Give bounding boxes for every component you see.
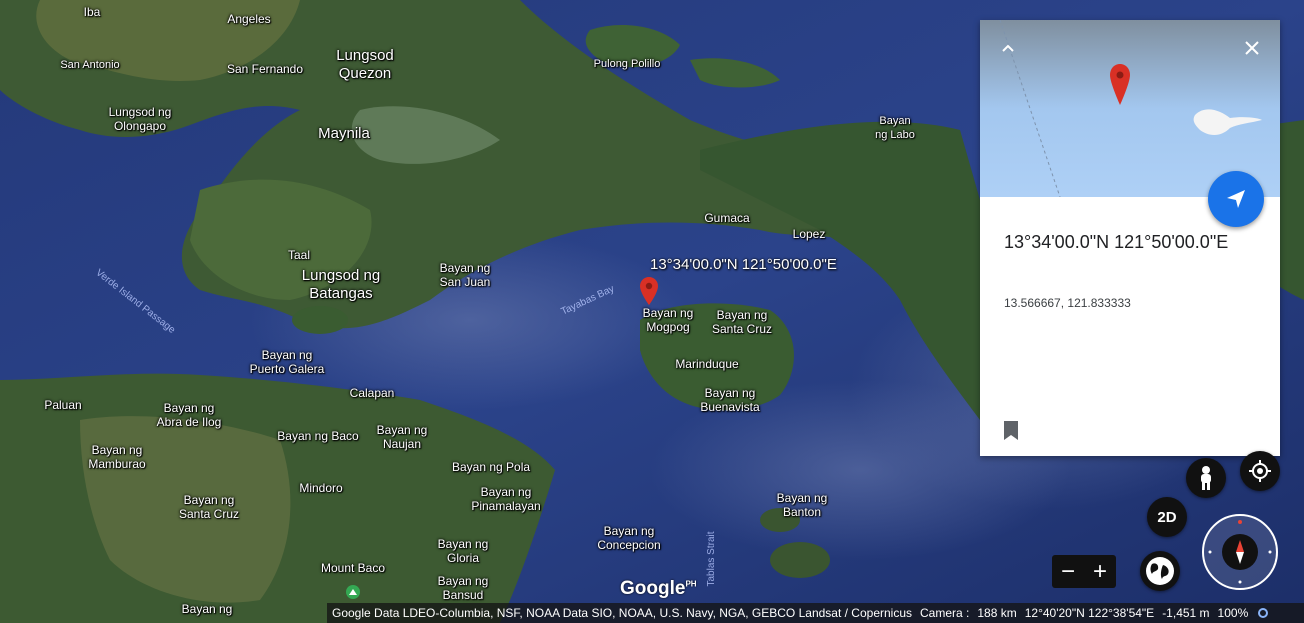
place-label-bayan-bansud: Bayan ng Bansud: [437, 574, 489, 602]
place-label-bayan-pola: Bayan ng Pola: [451, 460, 531, 474]
loading-status-icon: [1258, 608, 1269, 618]
location-info-card: 13°34'00.0"N 121°50'00.0"E 13.566667, 12…: [980, 20, 1280, 456]
zoom-controls: − +: [1052, 555, 1116, 588]
google-logo: GooglePH: [620, 578, 697, 599]
water-label-tablas-strait: Tablas Strait: [706, 531, 717, 587]
my-location-button[interactable]: [1240, 451, 1280, 491]
compass-icon[interactable]: [1200, 512, 1280, 592]
place-label-bayan-baco: Bayan ng Baco: [277, 429, 359, 443]
mountain-icon: [346, 585, 360, 599]
place-label-bayan-santa-cruz-mindoro: Bayan ng Santa Cruz: [178, 493, 240, 521]
directions-button[interactable]: [1208, 171, 1264, 227]
place-label-pulong-polillo: Pulong Polillo: [593, 58, 661, 70]
collapse-card-button[interactable]: [994, 34, 1022, 62]
place-label-bayan-bottom: Bayan ng: [181, 602, 233, 616]
attribution-text: Google Data LDEO-Columbia, NSF, NOAA Dat…: [332, 606, 912, 620]
place-label-bayan-gloria: Bayan ng Gloria: [437, 537, 489, 565]
place-label-lungsod-olongapo: Lungsod ng Olongapo: [108, 105, 172, 133]
camera-distance: 188 km: [977, 606, 1017, 620]
status-bar: Google Data LDEO-Columbia, NSF, NOAA Dat…: [327, 603, 1304, 623]
chevron-up-icon: [1002, 44, 1014, 52]
card-title-coordinates: 13°34'00.0"N 121°50'00.0"E: [1004, 232, 1229, 252]
place-label-marinduque: Marinduque: [675, 357, 739, 371]
place-label-bayan-puerto-galera: Bayan ng Puerto Galera: [249, 348, 325, 376]
place-label-bayan-san-juan: Bayan ng San Juan: [439, 261, 491, 289]
place-label-san-antonio: San Antonio: [60, 59, 120, 71]
place-label-gumaca: Gumaca: [704, 211, 750, 225]
globe-icon: [1146, 557, 1174, 585]
place-label-bayan-abra-de-ilog: Bayan ng Abra de Ilog: [156, 401, 222, 429]
bookmark-icon[interactable]: [1002, 420, 1020, 442]
place-label-calapan: Calapan: [349, 386, 395, 400]
close-card-button[interactable]: [1238, 34, 1266, 62]
render-zoom-percent: 100%: [1217, 606, 1249, 620]
place-label-bayan-santa-cruz-marinduque: Bayan ng Santa Cruz: [711, 308, 773, 336]
camera-elevation: -1,451 m: [1162, 606, 1210, 620]
place-label-mount-baco: Mount Baco: [320, 561, 386, 575]
place-label-maynila: Maynila: [318, 125, 370, 142]
zoom-out-button[interactable]: −: [1052, 555, 1084, 588]
toggle-2d-button[interactable]: 2D: [1147, 497, 1187, 537]
place-label-bayan-naujan: Bayan ng Naujan: [376, 423, 428, 451]
zoom-in-button[interactable]: +: [1084, 555, 1116, 588]
place-label-mindoro: Mindoro: [299, 481, 343, 495]
pegman-icon: [1201, 466, 1211, 490]
camera-label: Camera :: [920, 606, 970, 620]
crosshair-icon: [1249, 460, 1271, 482]
send-icon: [1227, 190, 1245, 208]
place-label-bayan-pinamalayan: Bayan ng Pinamalayan: [471, 485, 541, 513]
place-label-iba: Iba: [83, 5, 101, 19]
place-label-lungsod-batangas: Lungsod ng Batangas: [301, 267, 381, 302]
place-label-angeles: Angeles: [227, 12, 271, 26]
place-label-bayan-ng-labo: Bayan ng Labo: [875, 115, 915, 141]
place-label-bayan-banton: Bayan ng Banton: [776, 491, 828, 519]
camera-coordinates: 12°40'20"N 122°38'54"E: [1024, 606, 1155, 620]
close-icon: [1245, 41, 1259, 55]
card-decimal-coordinates: 13.566667, 121.833333: [1004, 296, 1131, 310]
location-pin-icon[interactable]: [640, 277, 658, 305]
place-label-bayan-buenavista: Bayan ng Buenavista: [700, 386, 760, 414]
place-label-lungsod-quezon: Lungsod Quezon: [336, 47, 394, 82]
globe-view-button[interactable]: [1140, 551, 1180, 591]
place-label-bayan-concepcion: Bayan ng Concepcion: [597, 524, 661, 552]
place-label-san-fernando: San Fernando: [226, 62, 304, 76]
place-label-lopez: Lopez: [792, 227, 826, 241]
street-view-button[interactable]: [1186, 458, 1226, 498]
place-label-paluan: Paluan: [44, 398, 82, 412]
place-label-taal: Taal: [287, 248, 311, 262]
place-label-bayan-mogpog: Bayan ng Mogpog: [642, 306, 694, 334]
pin-coordinate-label: 13°34'00.0"N 121°50'00.0"E: [650, 256, 837, 273]
place-label-bayan-mamburao: Bayan ng Mamburao: [88, 443, 146, 471]
